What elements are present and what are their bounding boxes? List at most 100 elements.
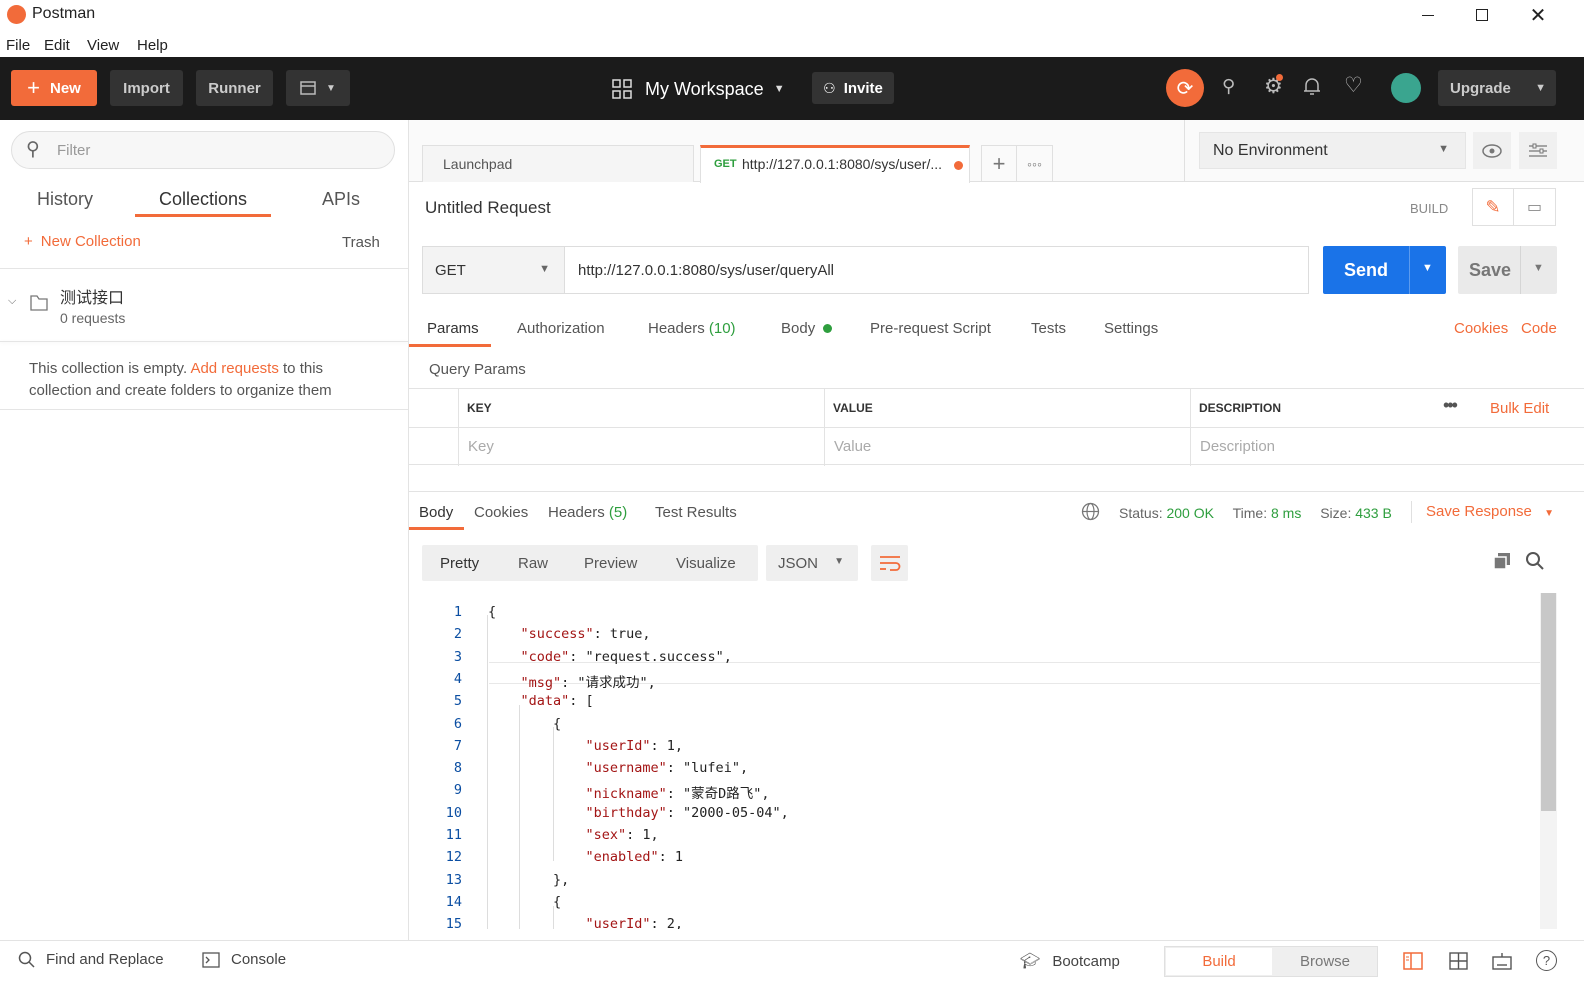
sidebar: ⚲ Filter History Collections APIs + New C…: [0, 120, 409, 940]
response-tab-headers[interactable]: Headers (5): [548, 504, 627, 521]
send-button[interactable]: Send ▼: [1323, 246, 1446, 294]
col-divider: [824, 389, 825, 466]
keyboard-shortcuts-icon[interactable]: [1492, 952, 1512, 974]
response-tab-body[interactable]: Body: [419, 504, 453, 521]
response-meta: Status: 200 OK Time: 8 ms Size: 433 B: [1119, 505, 1392, 521]
code-link[interactable]: Code: [1521, 320, 1557, 337]
view-raw[interactable]: Raw: [518, 555, 548, 572]
console-button[interactable]: Console: [202, 951, 286, 968]
scrollbar-thumb[interactable]: [1541, 593, 1556, 811]
cookies-link[interactable]: Cookies: [1454, 320, 1508, 337]
new-collection-button[interactable]: + New Collection: [24, 233, 141, 250]
search-icon: [18, 951, 35, 968]
body-indicator-dot: [823, 324, 833, 333]
find-replace-label: Find and Replace: [46, 951, 164, 968]
tab-tests[interactable]: Tests: [1031, 320, 1066, 337]
tab-pre-request-script[interactable]: Pre-request Script: [870, 320, 991, 337]
format-select[interactable]: JSON ▼: [766, 545, 858, 581]
view-pretty[interactable]: Pretty: [440, 555, 479, 572]
copy-icon[interactable]: [1493, 552, 1511, 574]
tab-headers[interactable]: Headers (10): [648, 320, 736, 337]
more-tabs-button[interactable]: ◦◦◦: [1017, 145, 1053, 182]
tab-history[interactable]: History: [37, 189, 93, 210]
vertical-scrollbar[interactable]: [1540, 593, 1557, 929]
avatar[interactable]: [1391, 73, 1421, 103]
two-pane-view-icon[interactable]: [1403, 952, 1423, 974]
pane-splitter[interactable]: [409, 491, 1584, 492]
sync-button[interactable]: ⟳: [1166, 69, 1204, 107]
title-bar: Postman ✕: [0, 0, 1584, 30]
description-input[interactable]: Description: [1200, 438, 1275, 455]
tab-params[interactable]: Params: [427, 320, 479, 337]
collection-item[interactable]: ⌵ 测试接口 0 requests: [0, 269, 408, 341]
interceptor-icon[interactable]: ⚲: [1222, 76, 1235, 97]
method-select[interactable]: GET ▼: [422, 246, 565, 294]
bootcamp-button[interactable]: 🎓︎ Bootcamp: [1020, 951, 1120, 971]
grid-icon: [612, 79, 632, 99]
edit-mode-button[interactable]: ✎: [1472, 188, 1514, 226]
bulk-edit-button[interactable]: Bulk Edit: [1490, 400, 1549, 417]
chevron-down-icon: ▼: [1544, 508, 1554, 519]
heart-icon[interactable]: ♡: [1344, 73, 1363, 98]
find-replace-button[interactable]: Find and Replace: [18, 951, 164, 968]
save-button[interactable]: Save ▼: [1458, 246, 1557, 294]
save-response-button[interactable]: Save Response ▼: [1426, 503, 1554, 520]
code-line: "userId": 2,: [585, 916, 684, 929]
wrap-lines-button[interactable]: [871, 545, 908, 581]
menu-file[interactable]: File: [6, 37, 30, 54]
size-label: Size:: [1320, 505, 1352, 521]
filter-input[interactable]: ⚲ Filter: [11, 131, 395, 169]
request-name[interactable]: Untitled Request: [425, 198, 551, 218]
trash-button[interactable]: Trash: [342, 234, 380, 251]
menu-edit[interactable]: Edit: [44, 37, 70, 54]
split-view-icon[interactable]: [1449, 952, 1468, 974]
browse-mode-button[interactable]: Browse: [1273, 948, 1377, 975]
tab-settings[interactable]: Settings: [1104, 320, 1158, 337]
table-row-divider: [409, 427, 1584, 428]
key-input[interactable]: Key: [468, 438, 494, 455]
runner-button[interactable]: Runner: [196, 70, 273, 106]
tab-launchpad[interactable]: Launchpad: [422, 145, 694, 182]
response-body-editor[interactable]: 1 {2 "success": true, 3 "code": "request.suc…: [409, 593, 1584, 929]
help-icon[interactable]: ?: [1536, 950, 1557, 971]
build-mode-button[interactable]: Build: [1166, 948, 1272, 975]
url-input[interactable]: http://127.0.0.1:8080/sys/user/queryAll: [564, 246, 1309, 294]
minimize-button[interactable]: [1408, 0, 1448, 30]
environment-select[interactable]: No Environment ▼: [1199, 132, 1466, 169]
tab-authorization[interactable]: Authorization: [517, 320, 605, 337]
upgrade-button[interactable]: Upgrade ▼: [1438, 70, 1556, 106]
response-tab-test-results[interactable]: Test Results: [655, 504, 737, 521]
tab-apis[interactable]: APIs: [322, 189, 360, 210]
add-requests-link[interactable]: Add requests: [190, 360, 278, 377]
new-window-button[interactable]: ▼: [286, 70, 350, 106]
line-number: 13: [445, 871, 462, 888]
bell-icon[interactable]: [1303, 76, 1321, 100]
environment-quick-look-button[interactable]: [1473, 132, 1511, 169]
close-window-button[interactable]: ✕: [1518, 0, 1558, 30]
column-header-key: KEY: [467, 401, 492, 415]
view-preview[interactable]: Preview: [584, 555, 637, 572]
search-icon[interactable]: [1525, 551, 1544, 574]
response-tab-cookies[interactable]: Cookies: [474, 504, 528, 521]
comments-button[interactable]: ▭: [1514, 188, 1556, 226]
new-button[interactable]: + New: [11, 70, 97, 106]
import-button[interactable]: Import: [110, 70, 183, 106]
maximize-button[interactable]: [1462, 0, 1502, 30]
manage-environments-button[interactable]: [1519, 132, 1557, 169]
more-icon[interactable]: •••: [1443, 395, 1458, 416]
view-visualize[interactable]: Visualize: [676, 555, 736, 572]
menu-help[interactable]: Help: [137, 37, 168, 54]
tab-body[interactable]: Body: [781, 320, 833, 337]
line-number: 7: [453, 737, 462, 754]
menu-view[interactable]: View: [87, 37, 119, 54]
add-tab-button[interactable]: +: [981, 145, 1017, 182]
value-input[interactable]: Value: [834, 438, 871, 455]
new-button-label: New: [50, 79, 81, 97]
mode-toggle: Build Browse: [1164, 946, 1378, 977]
invite-button[interactable]: ⚇ Invite: [812, 72, 894, 104]
workspace-selector[interactable]: My Workspace ▼: [612, 74, 785, 104]
code-line: {: [553, 893, 562, 910]
tab-active-request[interactable]: GET http://127.0.0.1:8080/sys/user/...: [700, 145, 970, 183]
tab-collections[interactable]: Collections: [159, 189, 247, 210]
line-number: 14: [445, 893, 462, 910]
